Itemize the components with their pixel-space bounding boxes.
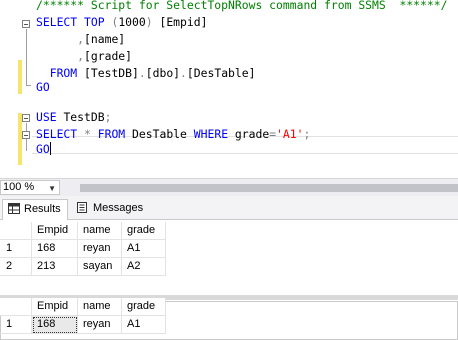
- table-cell[interactable]: 168: [32, 240, 78, 258]
- table-name: [DesTable]: [186, 66, 256, 80]
- code-line-4: ,[grade]: [36, 48, 132, 65]
- change-indicator: [18, 60, 22, 94]
- row-header-corner[interactable]: [0, 222, 32, 240]
- column-header[interactable]: name: [78, 298, 122, 316]
- table-cell[interactable]: A1: [122, 240, 166, 258]
- keyword-go: GO: [36, 80, 50, 94]
- zoom-value: 100 %: [3, 181, 35, 193]
- star: *: [84, 127, 91, 141]
- keyword-select: SELECT: [36, 15, 78, 29]
- grid-icon: [8, 203, 20, 214]
- tab-results[interactable]: Results: [2, 199, 68, 220]
- keyword-select: SELECT: [36, 127, 78, 141]
- dot: .: [180, 66, 187, 80]
- chevron-down-icon: ▼: [48, 184, 56, 193]
- keyword-top: TOP: [84, 15, 105, 29]
- keyword-go: GO: [36, 142, 50, 156]
- column-header[interactable]: grade: [122, 222, 166, 240]
- paren: ): [145, 15, 153, 29]
- comment-text: /****** Script for SelectTopNRows comman…: [36, 0, 448, 12]
- comma: ,: [77, 49, 85, 63]
- code-line-6: GO: [36, 79, 50, 96]
- code-line-5: FROM [TestDB].[dbo].[DesTable]: [36, 65, 256, 82]
- results-pane: Empid name grade 1 168 reyan A1 2 213 sa…: [0, 220, 458, 340]
- semicolon: ;: [303, 127, 311, 141]
- results-tabstrip: Results Messages: [0, 196, 458, 220]
- code-line-8: SELECT * FROM DesTable WHERE grade='A1';: [36, 126, 310, 143]
- code-line-9: GO: [36, 141, 51, 158]
- code-line-7: USE TestDB;: [36, 109, 111, 126]
- keyword-use: USE: [36, 110, 57, 124]
- table-cell[interactable]: reyan: [78, 316, 122, 334]
- code-line-1: /****** Script for SelectTopNRows comman…: [36, 0, 447, 14]
- column-header[interactable]: name: [78, 222, 122, 240]
- collapse-icon[interactable]: [22, 114, 30, 122]
- column-name: [name]: [84, 32, 126, 46]
- column-header[interactable]: grade: [122, 298, 166, 316]
- code-line-2: SELECT TOP (1000) [Empid]: [36, 14, 207, 31]
- tab-results-label: Results: [24, 203, 61, 215]
- row-header-corner[interactable]: [0, 298, 32, 316]
- row-number[interactable]: 1: [0, 240, 32, 258]
- table-cell[interactable]: A1: [122, 316, 166, 334]
- table-cell[interactable]: A2: [122, 258, 166, 276]
- tab-messages-label: Messages: [93, 202, 144, 214]
- database-name: TestDB: [63, 110, 105, 124]
- comma: ,: [77, 32, 85, 46]
- row-number[interactable]: 2: [0, 258, 32, 276]
- selected-cell[interactable]: 168: [32, 316, 78, 334]
- zoom-dropdown[interactable]: 100 % ▼: [0, 180, 60, 195]
- text-caret: [49, 142, 51, 155]
- column-header[interactable]: Empid: [32, 222, 78, 240]
- message-icon: [77, 202, 87, 213]
- editor-status-bar: 100 % ▼: [0, 178, 458, 196]
- column-name: [Empid]: [159, 15, 208, 29]
- row-number[interactable]: 1: [0, 316, 32, 334]
- keyword-from: FROM: [49, 66, 78, 80]
- table-cell[interactable]: reyan: [78, 240, 122, 258]
- string-literal: 'A1': [276, 127, 304, 141]
- dot: .: [138, 66, 146, 80]
- outline-end: [26, 85, 31, 86]
- keyword-from: FROM: [97, 127, 126, 141]
- outline-line: [26, 29, 27, 85]
- column-header[interactable]: Empid: [32, 298, 78, 316]
- collapse-icon[interactable]: [22, 20, 30, 28]
- column-name: grade: [234, 127, 270, 141]
- horizontal-scrollbar[interactable]: [80, 184, 458, 192]
- code-line-3: ,[name]: [36, 31, 125, 48]
- collapse-icon[interactable]: [22, 131, 30, 139]
- top-count: 1000: [118, 15, 146, 29]
- table-cell[interactable]: sayan: [78, 258, 122, 276]
- database-name: [TestDB]: [84, 66, 139, 80]
- sql-editor[interactable]: /****** Script for SelectTopNRows comman…: [0, 0, 458, 178]
- table-name: DesTable: [132, 127, 187, 141]
- schema-name: [dbo]: [145, 66, 181, 80]
- column-name: [grade]: [84, 49, 133, 63]
- tab-messages[interactable]: Messages: [72, 199, 150, 219]
- semicolon: ;: [104, 110, 112, 124]
- keyword-where: WHERE: [193, 127, 229, 141]
- table-cell[interactable]: 213: [32, 258, 78, 276]
